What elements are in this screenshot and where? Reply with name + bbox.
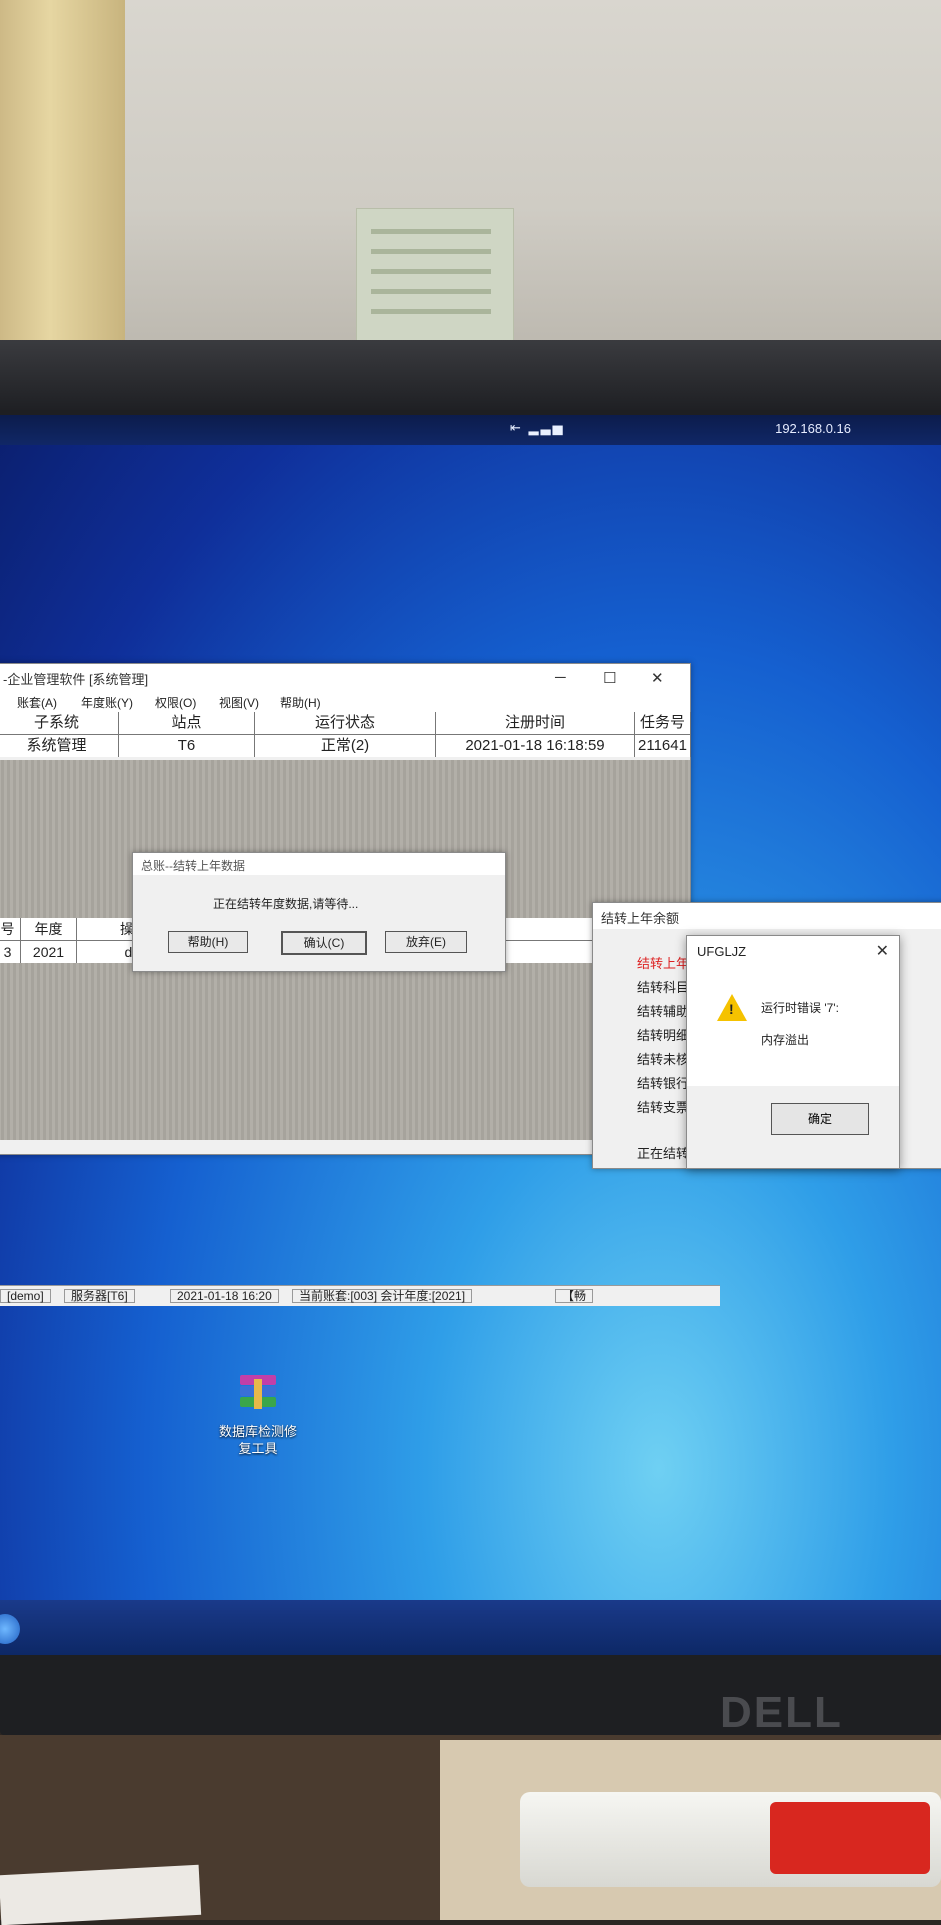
list-item: 结转科目 xyxy=(637,980,690,995)
status-user: [demo] xyxy=(0,1289,51,1303)
monitor-top-edge xyxy=(0,340,941,410)
error-message: 内存溢出 xyxy=(761,1033,810,1047)
menu-bar: ) 账套(A) 年度账(Y) 权限(O) 视图(V) 帮助(H) xyxy=(0,690,690,712)
desktop-screen: ⇤ ▂▃▅ 192.168.0.16 -企业管理软件 [系统管理] ─ ☐ ✕ … xyxy=(0,415,941,1655)
curtain xyxy=(0,0,125,340)
table-cell[interactable]: 2021-01-18 16:18:59 xyxy=(436,735,635,757)
table-cell[interactable]: 正常(2) xyxy=(255,735,436,757)
remote-topbar: ⇤ ▂▃▅ 192.168.0.16 xyxy=(0,415,941,445)
list-item: 结转支票 xyxy=(637,1100,690,1115)
column-header: 子系统 xyxy=(0,712,119,735)
paper-note xyxy=(0,1864,202,1925)
wall-poster xyxy=(356,208,514,346)
menu-item-help[interactable]: 帮助(H) xyxy=(280,694,321,711)
dialog-message: 正在结转年度数据,请等待... xyxy=(213,897,359,911)
menu-item-permission[interactable]: 权限(O) xyxy=(155,694,196,711)
column-header: 年度 xyxy=(21,918,77,941)
help-button[interactable]: 帮助(H) xyxy=(168,931,248,953)
ok-button[interactable]: 确定 xyxy=(771,1103,869,1135)
dialog-title: 总账--结转上年数据 xyxy=(133,853,505,875)
table-cell[interactable]: 系统管理 xyxy=(0,735,119,757)
ip-address: 192.168.0.16 xyxy=(775,421,851,436)
column-header: 任务号 xyxy=(635,712,691,735)
status-time: 2021-01-18 16:20 xyxy=(170,1289,279,1303)
runtime-error-dialog: UFGLJZ ✕ ! 运行时错误 '7': 内存溢出 确定 xyxy=(686,935,900,1169)
dialog-title: UFGLJZ xyxy=(697,944,747,959)
column-header: 号 xyxy=(0,918,21,941)
ointment-tube-cap xyxy=(770,1802,930,1874)
menu-item-view[interactable]: 视图(V) xyxy=(219,694,259,711)
column-header: 站点 xyxy=(119,712,255,735)
window-title: -企业管理软件 [系统管理] xyxy=(3,672,149,687)
dell-logo: DELL xyxy=(720,1688,843,1737)
taskbar xyxy=(0,1600,941,1655)
desktop-icon-label: 数据库检测修复工具 xyxy=(218,1424,297,1456)
table-cell[interactable]: T6 xyxy=(119,735,255,757)
list-item: 结转银行 xyxy=(637,1076,690,1091)
table-cell[interactable]: 2021 xyxy=(21,941,77,963)
status-bar: [demo] 服务器[T6] 2021-01-18 16:20 当前账套:[00… xyxy=(0,1285,720,1306)
error-code: 运行时错误 '7': xyxy=(761,1001,839,1015)
table-cell[interactable]: 3 xyxy=(0,941,21,963)
carryover-progress-dialog: 总账--结转上年数据 正在结转年度数据,请等待... 帮助(H) 确认(C) 放… xyxy=(132,852,506,972)
table-cell[interactable]: 211641 xyxy=(635,735,691,757)
list-item: 结转辅助 xyxy=(637,1004,690,1019)
dialog-title: 结转上年余额 xyxy=(593,903,941,929)
winrar-archive-icon xyxy=(232,1373,284,1417)
menu-item-account[interactable]: 账套(A) xyxy=(17,694,57,711)
list-item: 结转上年 xyxy=(637,956,690,971)
minimize-icon[interactable]: ─ xyxy=(555,669,566,686)
window-titlebar: -企业管理软件 [系统管理] ─ ☐ ✕ xyxy=(0,664,690,690)
list-item: 结转明细 xyxy=(637,1028,690,1043)
list-item: 结转未核 xyxy=(637,1052,690,1067)
status-extra: 【畅 xyxy=(555,1289,594,1303)
exclamation-icon: ! xyxy=(729,1001,734,1017)
abandon-button[interactable]: 放弃(E) xyxy=(385,931,467,953)
start-button-icon[interactable] xyxy=(0,1614,20,1644)
column-header: 注册时间 xyxy=(436,712,635,735)
subsystem-table: 子系统 站点 运行状态 注册时间 任务号 系统管理 T6 正常(2) 2021-… xyxy=(0,712,691,760)
archive-strap xyxy=(254,1379,262,1409)
status-account: 当前账套:[003] 会计年度:[2021] xyxy=(292,1289,473,1303)
column-header: 运行状态 xyxy=(255,712,436,735)
confirm-button[interactable]: 确认(C) xyxy=(281,931,367,955)
close-icon[interactable]: ✕ xyxy=(651,669,664,687)
network-signal-icon: ⇤ ▂▃▅ xyxy=(510,420,565,435)
status-server: 服务器[T6] xyxy=(64,1289,135,1303)
maximize-icon[interactable]: ☐ xyxy=(603,669,616,687)
close-icon[interactable]: ✕ xyxy=(876,941,889,961)
menu-item-year[interactable]: 年度账(Y) xyxy=(81,694,133,711)
desktop-icon-db-repair[interactable]: 数据库检测修复工具 xyxy=(214,1373,302,1457)
